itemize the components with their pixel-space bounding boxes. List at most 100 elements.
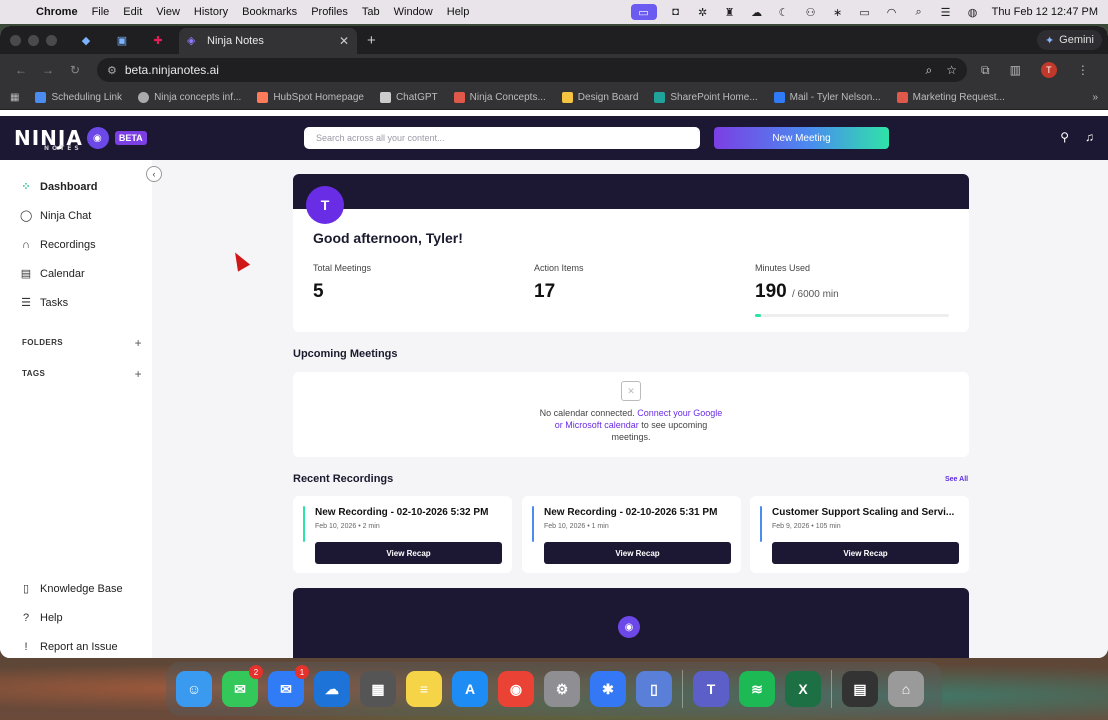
- close-tab-icon[interactable]: ✕: [339, 34, 349, 48]
- menu-app-name[interactable]: Chrome: [36, 6, 78, 18]
- menu-edit[interactable]: Edit: [123, 6, 142, 18]
- excel-icon[interactable]: X: [785, 671, 821, 707]
- spotlight-search-icon[interactable]: ⌕: [911, 6, 927, 18]
- wifi-icon[interactable]: ◠: [884, 6, 900, 19]
- recording-title[interactable]: Customer Support Scaling and Servi...: [772, 507, 962, 518]
- menu-view[interactable]: View: [156, 6, 180, 18]
- user-profile-icon[interactable]: ⚲: [1060, 130, 1069, 144]
- address-bar[interactable]: ⚙ beta.ninjanotes.ai ⌕ ☆: [97, 58, 967, 82]
- menu-profiles[interactable]: Profiles: [311, 6, 348, 18]
- finder-icon[interactable]: ☺: [176, 671, 212, 707]
- menu-file[interactable]: File: [92, 6, 110, 18]
- sidebar-item-report-issue[interactable]: ! Report an Issue: [0, 632, 152, 658]
- chrome-menu-icon[interactable]: ⋮: [1077, 63, 1089, 77]
- control-center-icon[interactable]: ☰: [938, 6, 954, 19]
- site-info-icon[interactable]: ⚙: [107, 64, 117, 77]
- apps-grid-icon[interactable]: ▦: [10, 92, 19, 103]
- pinned-tab-hubspot-icon[interactable]: ◆: [75, 29, 97, 51]
- moon-icon[interactable]: ☾: [776, 6, 792, 19]
- menu-help[interactable]: Help: [447, 6, 470, 18]
- onedrive-icon[interactable]: ☁: [314, 671, 350, 707]
- menu-bookmarks[interactable]: Bookmarks: [242, 6, 297, 18]
- sidebar-item-ninja-chat[interactable]: ◯ Ninja Chat: [0, 201, 152, 230]
- calculator-icon[interactable]: ▦: [360, 671, 396, 707]
- close-window-button[interactable]: [10, 34, 21, 46]
- profile-avatar[interactable]: T: [1040, 62, 1057, 78]
- menu-window[interactable]: Window: [394, 6, 433, 18]
- teams-status-icon[interactable]: ♜: [722, 6, 738, 19]
- add-folder-icon[interactable]: +: [135, 336, 142, 350]
- users-icon[interactable]: ⚇: [803, 6, 819, 19]
- bookmark-marketing-request[interactable]: Marketing Request...: [896, 92, 1005, 103]
- bookmark-star-icon[interactable]: ☆: [946, 63, 957, 78]
- bookmark-design-board[interactable]: Design Board: [561, 92, 638, 103]
- menu-history[interactable]: History: [194, 6, 228, 18]
- view-recap-button[interactable]: View Recap: [772, 542, 959, 564]
- recording-title[interactable]: New Recording - 02-10-2026 5:31 PM: [544, 507, 734, 518]
- url-text[interactable]: beta.ninjanotes.ai: [125, 63, 219, 77]
- view-recap-button[interactable]: View Recap: [544, 542, 731, 564]
- bookmarks-overflow-icon[interactable]: »: [1092, 92, 1098, 103]
- mail-icon[interactable]: ✉ 1: [268, 665, 309, 707]
- bookmark-sharepoint[interactable]: SharePoint Home...: [654, 92, 758, 103]
- pinned-tab-slack-icon[interactable]: ✚: [147, 29, 169, 51]
- global-search-input[interactable]: [304, 127, 700, 149]
- zoom-window-button[interactable]: [46, 34, 57, 46]
- menubar-clock[interactable]: Thu Feb 12 12:47 PM: [992, 6, 1098, 18]
- notification-badge: 2: [249, 665, 263, 679]
- view-recap-button[interactable]: View Recap: [315, 542, 502, 564]
- system-settings-icon[interactable]: ⚙: [544, 671, 580, 707]
- preview-icon[interactable]: ▯: [636, 671, 672, 707]
- recording-title[interactable]: New Recording - 02-10-2026 5:32 PM: [315, 507, 505, 518]
- bookmark-scheduling-link[interactable]: Scheduling Link: [35, 92, 122, 103]
- spotify-icon[interactable]: ≋: [739, 671, 775, 707]
- see-all-link[interactable]: See All: [945, 476, 968, 483]
- app-store-icon[interactable]: A: [452, 671, 488, 707]
- notes-icon[interactable]: ≡: [406, 671, 442, 707]
- extensions-icon[interactable]: ⧉: [981, 63, 990, 78]
- ninja-notes-logo[interactable]: NINJA ◉ NOTES: [14, 126, 109, 152]
- collapse-sidebar-icon[interactable]: ‹: [146, 166, 162, 182]
- gemini-button[interactable]: ✦ Gemini: [1036, 30, 1102, 50]
- sidebar-item-tasks[interactable]: ☰ Tasks: [0, 288, 152, 317]
- bookmark-mail[interactable]: Mail - Tyler Nelson...: [773, 92, 881, 103]
- new-meeting-button[interactable]: New Meeting: [714, 127, 889, 149]
- teams-icon[interactable]: T: [693, 671, 729, 707]
- bookmark-hubspot[interactable]: HubSpot Homepage: [257, 92, 364, 103]
- forward-icon[interactable]: →: [37, 63, 59, 77]
- side-panel-icon[interactable]: ▥: [1010, 63, 1021, 77]
- screen-share-icon[interactable]: ▭: [630, 4, 657, 20]
- window-controls: [10, 34, 57, 46]
- bookmark-label: Marketing Request...: [912, 92, 1005, 103]
- settings-status-icon[interactable]: ✲: [695, 6, 711, 19]
- bookmark-chatgpt[interactable]: ChatGPT: [379, 92, 438, 103]
- sidebar-item-dashboard[interactable]: ⁘ Dashboard: [0, 172, 152, 201]
- sidebar-item-calendar[interactable]: ▤ Calendar: [0, 259, 152, 288]
- bluetooth-icon[interactable]: ∗: [830, 6, 846, 19]
- pinned-tab-outlook-icon[interactable]: ▣: [111, 29, 133, 51]
- bookmark-ninja-concepts-inf[interactable]: Ninja concepts inf...: [138, 92, 241, 103]
- trash-icon[interactable]: ⌂: [888, 671, 924, 707]
- minimize-window-button[interactable]: [28, 34, 39, 46]
- downloads-icon[interactable]: ▤: [842, 671, 878, 707]
- reload-icon[interactable]: ↻: [64, 63, 86, 77]
- freeform-icon[interactable]: ✱: [590, 671, 626, 707]
- new-tab-button[interactable]: +: [367, 32, 376, 49]
- recording-card: New Recording - 02-10-2026 5:32 PM Feb 1…: [293, 496, 512, 573]
- sidebar-item-recordings[interactable]: ∩ Recordings: [0, 230, 152, 259]
- cloud-icon[interactable]: ☁: [749, 6, 765, 19]
- notifications-bell-icon[interactable]: ♫: [1085, 130, 1094, 144]
- zoom-icon[interactable]: ⌕: [926, 63, 933, 78]
- tab-ninja-notes[interactable]: ◈ Ninja Notes ✕: [179, 28, 357, 54]
- chrome-icon[interactable]: ◉: [498, 671, 534, 707]
- sidebar-item-knowledge-base[interactable]: ▯ Knowledge Base: [0, 574, 152, 603]
- app-status-icon[interactable]: ◘: [668, 6, 684, 18]
- messages-icon[interactable]: ✉ 2: [222, 665, 263, 707]
- bookmark-ninja-concepts[interactable]: Ninja Concepts...: [453, 92, 546, 103]
- sidebar-item-help[interactable]: ? Help: [0, 603, 152, 632]
- add-tag-icon[interactable]: +: [135, 367, 142, 381]
- back-icon[interactable]: ←: [10, 63, 32, 77]
- battery-icon[interactable]: ▭: [857, 6, 873, 19]
- menu-tab[interactable]: Tab: [362, 6, 380, 18]
- siri-icon[interactable]: ◍: [965, 6, 981, 19]
